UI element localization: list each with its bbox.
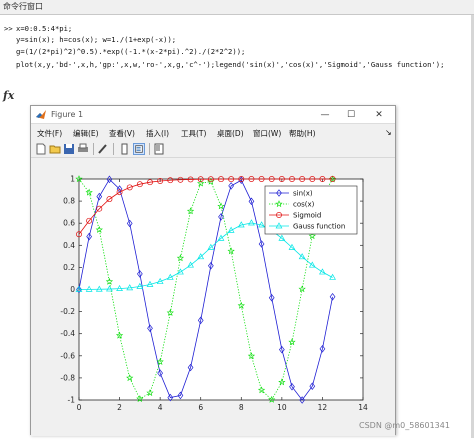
figure-window[interactable]: Figure 1 — ☐ ✕ 文件(F) 编辑(E) 查看(V) 插入(I) 工… bbox=[30, 105, 396, 436]
menu-window[interactable]: 窗口(W) bbox=[253, 128, 281, 139]
menu-view[interactable]: 查看(V) bbox=[109, 128, 135, 139]
figure-title: Figure 1 bbox=[51, 110, 84, 119]
figure-titlebar: Figure 1 — ☐ ✕ bbox=[31, 106, 395, 124]
y-tick-label: -0.2 bbox=[60, 307, 75, 316]
menu-help[interactable]: 帮助(H) bbox=[289, 128, 316, 139]
x-tick-label: 6 bbox=[198, 403, 203, 412]
y-tick-label: -0.6 bbox=[60, 351, 75, 360]
menu-file[interactable]: 文件(F) bbox=[37, 128, 62, 139]
x-tick-label: 12 bbox=[318, 403, 328, 412]
toolbar-separator bbox=[149, 143, 150, 155]
toolbar-separator bbox=[113, 143, 114, 155]
y-tick-label: -0.8 bbox=[60, 373, 75, 382]
insert-legend-icon[interactable] bbox=[133, 143, 145, 155]
y-tick-label: 0.6 bbox=[63, 219, 75, 228]
command-line[interactable]: g=(1/(2*pi)^2)^0.5).*exp((-1.*(x-2*pi).^… bbox=[16, 47, 245, 56]
x-tick-label: 8 bbox=[239, 403, 244, 412]
print-icon[interactable] bbox=[77, 143, 89, 155]
line-chart[interactable]: 0 2 4 6 8 10 12 14 -1 -0.8 -0.6 -0.4 -0.2 0 0.2 0.4 0.6 0… bbox=[31, 159, 397, 436]
command-prompt: >> bbox=[4, 24, 13, 33]
legend-label: Gauss function bbox=[293, 223, 345, 231]
command-line[interactable]: plot(x,y,'bd-',x,h,'gp:',x,w,'ro-',x,g,'… bbox=[16, 60, 444, 69]
y-tick-label: 0.8 bbox=[63, 197, 75, 206]
close-button[interactable]: ✕ bbox=[371, 108, 387, 122]
y-tick-label: -0.4 bbox=[60, 329, 75, 338]
legend-label: sin(x) bbox=[293, 190, 313, 198]
watermark: CSDN @m0_58601341 bbox=[359, 421, 450, 430]
x-tick-label: 0 bbox=[77, 403, 82, 412]
y-tick-label: 1 bbox=[70, 175, 75, 184]
command-line[interactable]: y=sin(x); h=cos(x); w=1./(1+exp(-x)); bbox=[16, 35, 176, 44]
dock-arrow-icon[interactable]: ↘ bbox=[385, 128, 392, 137]
menu-insert[interactable]: 插入(I) bbox=[146, 128, 169, 139]
legend-label: cos(x) bbox=[293, 201, 315, 209]
menu-tools[interactable]: 工具(T) bbox=[181, 128, 206, 139]
insert-colorbar-icon[interactable] bbox=[119, 143, 131, 155]
save-icon[interactable] bbox=[63, 143, 75, 155]
maximize-button[interactable]: ☐ bbox=[343, 108, 359, 122]
command-line[interactable]: x=0:0.5:4*pi; bbox=[16, 24, 72, 33]
figure-toolbar bbox=[31, 140, 395, 158]
edit-plot-icon[interactable] bbox=[97, 143, 109, 155]
command-window-title: 命令行窗口 bbox=[3, 2, 43, 11]
command-window-titlebar: 命令行窗口 bbox=[0, 0, 474, 15]
plot-area[interactable]: 0 2 4 6 8 10 12 14 -1 -0.8 -0.6 -0.4 -0.2 0 0.2 0.4 0.6 0… bbox=[31, 159, 395, 436]
minimize-button[interactable]: — bbox=[317, 108, 333, 122]
y-tick-label: 0 bbox=[70, 285, 75, 294]
x-tick-label: 4 bbox=[158, 403, 163, 412]
fx-icon[interactable]: fx bbox=[3, 89, 14, 102]
menu-edit[interactable]: 编辑(E) bbox=[73, 128, 99, 139]
figure-menubar: 文件(F) 编辑(E) 查看(V) 插入(I) 工具(T) 桌面(D) 窗口(W… bbox=[31, 125, 395, 140]
open-icon[interactable] bbox=[49, 143, 61, 155]
data-cursor-icon[interactable] bbox=[153, 143, 165, 155]
x-tick-label: 2 bbox=[117, 403, 122, 412]
new-figure-icon[interactable] bbox=[35, 143, 47, 155]
menu-desktop[interactable]: 桌面(D) bbox=[217, 128, 244, 139]
x-tick-label: 14 bbox=[358, 403, 368, 412]
y-tick-label: -1 bbox=[68, 396, 76, 405]
toolbar-separator bbox=[93, 143, 94, 155]
y-tick-label: 0.2 bbox=[63, 263, 75, 272]
y-tick-label: 0.4 bbox=[63, 241, 75, 250]
matlab-logo-icon bbox=[36, 110, 46, 119]
x-tick-label: 10 bbox=[277, 403, 287, 412]
legend-label: Sigmoid bbox=[293, 212, 321, 220]
